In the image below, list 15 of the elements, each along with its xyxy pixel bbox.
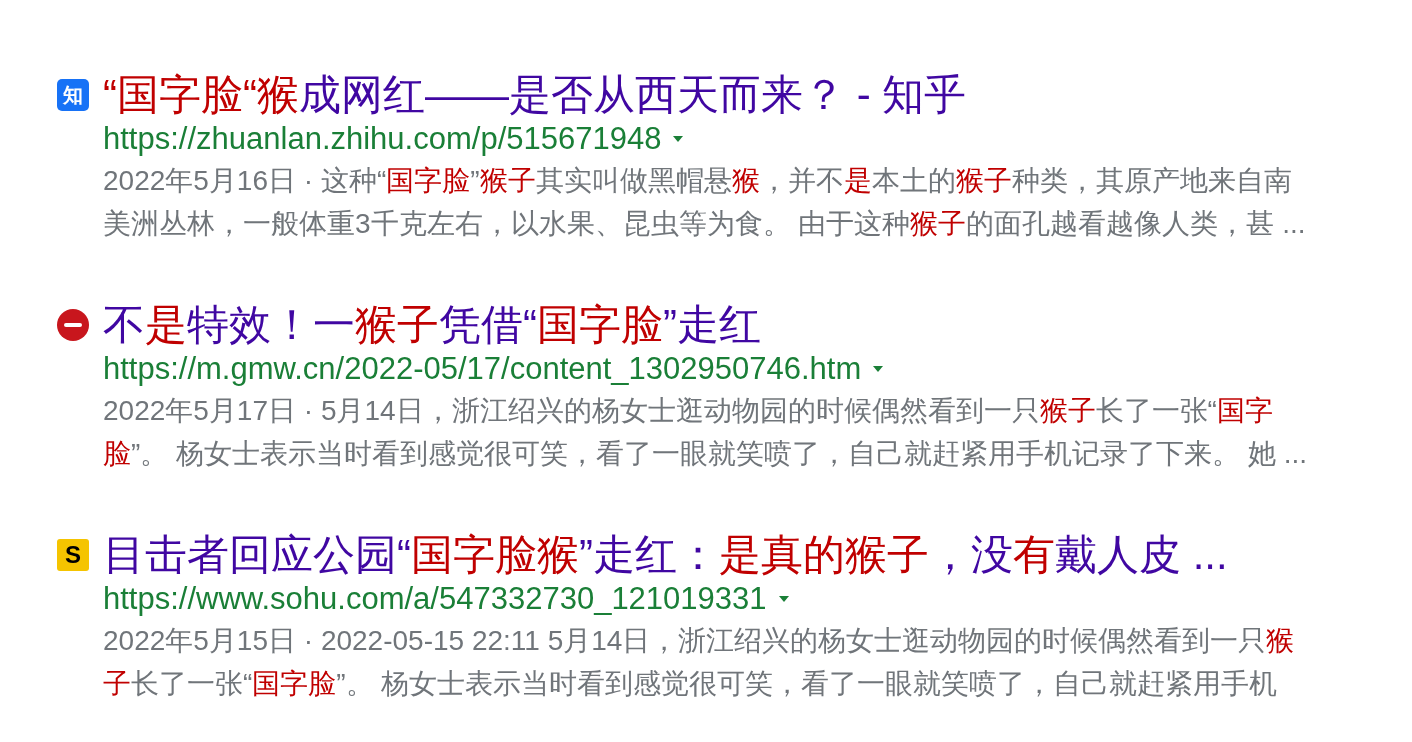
zhihu-logo-icon: 知	[57, 79, 89, 111]
sohu-logo-icon: S	[57, 539, 89, 571]
caret-icon[interactable]	[871, 364, 886, 374]
caret-icon[interactable]	[776, 594, 791, 604]
result-title-link[interactable]: 目击者回应公园“国字脸猴”走红：是真的猴子，没有戴人皮 ...	[103, 531, 1228, 579]
result-url-link[interactable]: https://zhuanlan.zhihu.com/p/515671948	[103, 119, 662, 159]
result-title-link[interactable]: 不是特效！一猴子凭借“国字脸”走红	[103, 301, 761, 349]
result-title-link[interactable]: “国字脸“猴成网红——是否从西天而来？ - 知乎	[103, 71, 967, 119]
result-snippet: 2022年5月17日 · 5月14日，浙江绍兴的杨女士逛动物园的时候偶然看到一只猴子长了一张“国字脸”。 杨女士表示当时看到感觉很可笑，看了一眼就笑喷了，自己就赶紧用手机记录了下来。 她 ...	[103, 394, 1308, 471]
result-snippet: 2022年5月16日 · 这种“国字脸”猴子其实叫做黑帽悬猴，并不是本土的猴子种类，其原产地来自南美洲丛林，一般体重3千克左右，以水果、昆虫等为食。 由于这种猴子的面孔越看越像人类，甚 ...	[103, 164, 1307, 241]
result-url-link[interactable]: https://www.sohu.com/a/547332730_121019331	[103, 579, 767, 619]
result-snippet: 2022年5月15日 · 2022-05-15 22:11 5月14日，浙江绍兴的杨女士逛动物园的时候偶然看到一只猴子长了一张“国字脸”。 杨女士表示当时看到感觉很可笑，看了一眼就笑喷了，自己就赶紧用手机	[103, 624, 1296, 701]
result-url-link[interactable]: https://m.gmw.cn/2022-05/17/content_1302950746.htm	[103, 349, 862, 389]
gmw-logo-icon	[57, 309, 89, 341]
caret-icon[interactable]	[671, 134, 686, 144]
